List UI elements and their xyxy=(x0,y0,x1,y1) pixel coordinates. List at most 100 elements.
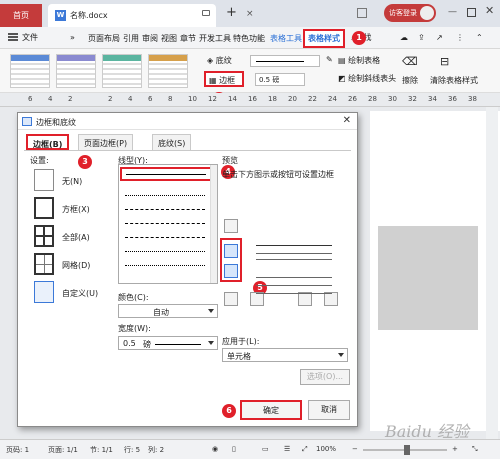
print-layout-icon[interactable]: ▯ xyxy=(232,445,236,453)
menu-more-icon[interactable]: » xyxy=(70,33,75,42)
monitor-icon xyxy=(202,10,210,16)
line-style-scrollbar[interactable] xyxy=(210,165,217,283)
web-layout-icon[interactable]: ▭ xyxy=(262,445,269,453)
selected-table-cells[interactable] xyxy=(378,226,478,330)
more-options-icon[interactable]: ⋮ xyxy=(456,33,464,42)
hamburger-menu-icon[interactable] xyxy=(8,33,18,41)
long-dash-line-option[interactable] xyxy=(125,237,205,238)
menu-review[interactable]: 审阅 xyxy=(142,33,158,44)
setting-box[interactable]: 方框(X) xyxy=(34,197,114,221)
width-unit: 磅 xyxy=(143,340,151,349)
tab-page-border[interactable]: 页面边框(P) xyxy=(78,134,134,150)
menu-table-tools[interactable]: 表格工具 xyxy=(270,33,302,44)
status-page: 页码: 1 xyxy=(6,446,30,454)
dashed-line-option[interactable] xyxy=(125,209,205,210)
maximize-icon[interactable] xyxy=(467,8,476,17)
tab-borders[interactable]: 边框(B) xyxy=(26,134,70,150)
ruler-tick-label: 24 xyxy=(328,95,337,103)
line-width-dropdown[interactable]: 0.5 磅 xyxy=(255,73,305,86)
ruler-tick-label: 18 xyxy=(268,95,277,103)
apply-to-dropdown[interactable]: 单元格 xyxy=(222,348,348,362)
menu-view[interactable]: 视图 xyxy=(161,33,177,44)
step-marker-6: 6 xyxy=(222,404,236,418)
close-tab-icon[interactable]: × xyxy=(246,9,254,19)
clear-style-label[interactable]: 清除表格样式 xyxy=(430,75,478,86)
color-dropdown[interactable]: 自动 xyxy=(118,304,218,318)
step-marker-1: 1 xyxy=(352,31,366,45)
dash-dot-line-option[interactable] xyxy=(125,251,205,252)
status-col: 列: 2 xyxy=(148,446,165,454)
full-screen-icon[interactable]: ⤢ xyxy=(302,445,308,454)
preview-line xyxy=(256,259,332,260)
highlighted-border-buttons xyxy=(220,238,242,282)
zoom-slider-handle[interactable] xyxy=(404,445,410,455)
reading-mode-icon[interactable]: ◉ xyxy=(212,445,218,453)
line-style-list[interactable] xyxy=(118,164,218,284)
cloud-sync-icon[interactable]: ☁ xyxy=(400,33,408,42)
table-style-swatch[interactable] xyxy=(148,54,188,88)
share-icon[interactable]: ↗ xyxy=(436,33,443,42)
ok-button[interactable]: 确定 xyxy=(240,400,302,420)
ruler-tick-label: 6 xyxy=(28,95,33,103)
zoom-out-icon[interactable]: − xyxy=(352,445,358,453)
cloud-upload-icon[interactable]: ⇪ xyxy=(418,33,425,42)
home-tab[interactable]: 首页 xyxy=(0,4,42,27)
erase-label[interactable]: 擦除 xyxy=(402,75,418,86)
apply-to-label: 应用于(L): xyxy=(222,337,260,346)
top-border-button[interactable] xyxy=(224,219,238,233)
table-style-swatch[interactable] xyxy=(56,54,96,88)
menu-file[interactable]: 文件 xyxy=(22,32,38,43)
draw-diagonal-button[interactable]: ◩ 绘制斜线表头 xyxy=(338,73,396,84)
setting-none[interactable]: 无(N) xyxy=(34,169,114,193)
menu-page-layout[interactable]: 页面布局 xyxy=(88,33,120,44)
width-dropdown[interactable]: 0.5 磅 xyxy=(118,336,218,350)
minimize-icon[interactable]: — xyxy=(448,7,457,17)
table-style-swatch[interactable] xyxy=(10,54,50,88)
watermark: Baidu 经验 xyxy=(385,422,470,441)
line-style-dropdown[interactable] xyxy=(250,55,320,67)
menu-features[interactable]: 特色功能 xyxy=(233,33,265,44)
bottom-border-button[interactable] xyxy=(224,264,238,278)
ribbon-toolbar: ◈ 底纹 ▦ 边框 2 0.5 磅 ✎ ▤ 绘制表格 ◩ 绘制斜线表头 ⌫ 擦除… xyxy=(0,49,500,106)
menu-table-style[interactable]: 表格样式 xyxy=(303,29,345,48)
login-label: 访客登录 xyxy=(389,9,417,17)
dash-dot-dot-line-option[interactable] xyxy=(125,265,205,266)
options-button[interactable]: 选项(O)... xyxy=(300,369,350,385)
clear-style-icon[interactable]: ⊟ xyxy=(440,55,449,68)
document-tab[interactable]: W 名称.docx × xyxy=(48,4,254,27)
close-dialog-icon[interactable]: ✕ xyxy=(343,115,351,126)
menu-references[interactable]: 引用 xyxy=(123,33,139,44)
outline-view-icon[interactable]: ☰ xyxy=(284,445,290,453)
diagonal-down-border-button[interactable] xyxy=(224,292,238,306)
vertical-scrollbar[interactable] xyxy=(486,107,498,439)
pen-color-icon[interactable]: ✎ xyxy=(326,55,333,64)
menu-section[interactable]: 章节 xyxy=(180,33,196,44)
document-tab-label: 名称.docx xyxy=(70,11,108,20)
draw-table-button[interactable]: ▤ 绘制表格 xyxy=(338,55,380,66)
collapse-ribbon-icon[interactable]: ⌃ xyxy=(476,33,483,42)
new-tab-icon[interactable]: + xyxy=(226,5,237,20)
inside-horizontal-border-button[interactable] xyxy=(224,244,238,258)
setting-custom[interactable]: 自定义(U) xyxy=(34,281,114,305)
cancel-button[interactable]: 取消 xyxy=(308,400,350,420)
ruler-tick-label: 8 xyxy=(168,95,173,103)
table-style-swatch[interactable] xyxy=(102,54,142,88)
close-window-icon[interactable]: ✕ xyxy=(485,4,494,17)
zoom-value[interactable]: 100% xyxy=(316,445,336,453)
eraser-icon[interactable]: ⌫ xyxy=(402,55,418,68)
menu-developer[interactable]: 开发工具 xyxy=(199,33,231,44)
fit-window-icon[interactable]: ⤡ xyxy=(472,445,478,454)
border-preview[interactable] xyxy=(256,239,336,309)
login-button[interactable]: 访客登录 xyxy=(384,4,436,22)
dotted-line-option[interactable] xyxy=(125,195,205,196)
border-label: 边框 xyxy=(219,76,236,85)
shading-button[interactable]: ◈ 底纹 xyxy=(207,55,232,66)
zoom-in-icon[interactable]: + xyxy=(452,445,458,453)
border-button[interactable]: ▦ 边框 xyxy=(204,71,244,87)
setting-grid[interactable]: 网格(D) xyxy=(34,253,114,277)
tab-shading[interactable]: 底纹(S) xyxy=(152,134,192,150)
window-layout-icon[interactable] xyxy=(357,8,367,18)
selected-line-style[interactable] xyxy=(120,167,212,181)
setting-all[interactable]: 全部(A) xyxy=(34,225,114,249)
dash-line-option[interactable] xyxy=(125,223,205,224)
